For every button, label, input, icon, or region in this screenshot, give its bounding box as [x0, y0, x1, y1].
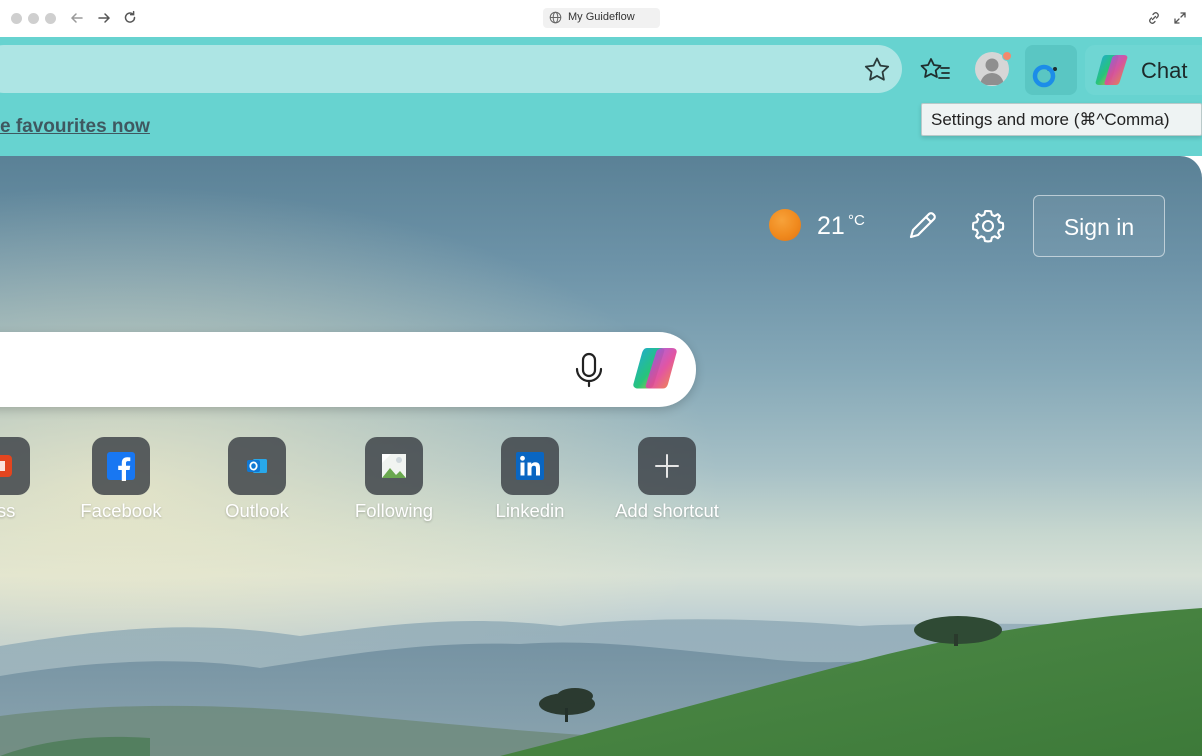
- reload-icon[interactable]: [121, 9, 139, 27]
- url-label: My Guideflow: [568, 11, 635, 23]
- linkedin-icon: [516, 452, 544, 480]
- shortcut-label: Following: [354, 500, 434, 521]
- shortcut-tile[interactable]: Following: [324, 437, 464, 527]
- browser-toolbar: Chat: [0, 37, 1202, 101]
- more-dots-icon: [1032, 64, 1057, 88]
- favourites-icon[interactable]: [917, 53, 953, 87]
- window-title-bar: My Guideflow: [0, 0, 1202, 37]
- forward-arrow-icon[interactable]: [95, 9, 113, 27]
- settings-and-more-button[interactable]: [1025, 45, 1077, 95]
- gear-icon[interactable]: [969, 207, 1007, 245]
- shortcut-icon-bg: [92, 437, 150, 495]
- shortcut-tile[interactable]: Outlook: [187, 437, 327, 527]
- facebook-icon: [107, 452, 135, 481]
- back-arrow-icon[interactable]: [68, 9, 86, 27]
- shortcut-icon-bg: [228, 437, 286, 495]
- search-box[interactable]: [0, 332, 696, 407]
- outlook-icon: [247, 459, 267, 473]
- weather-widget[interactable]: 21 °C: [768, 208, 878, 242]
- edit-pencil-icon[interactable]: [905, 207, 941, 243]
- window-zoom-button[interactable]: [45, 13, 56, 24]
- notification-dot: [1002, 51, 1012, 61]
- shortcut-label: Facebook: [80, 500, 162, 521]
- sign-in-button[interactable]: Sign in: [1033, 195, 1165, 257]
- temperature-value: 21: [817, 212, 845, 240]
- sunny-weather-icon: [769, 209, 801, 241]
- image-placeholder-icon: [382, 454, 406, 478]
- profile-button[interactable]: [972, 50, 1012, 90]
- microphone-icon[interactable]: [570, 350, 608, 390]
- expand-icon[interactable]: [1172, 10, 1188, 26]
- add-favourite-star-icon[interactable]: [860, 53, 894, 87]
- settings-tooltip-text: Settings and more (⌘^Comma): [931, 110, 1170, 129]
- shortcut-label: Linkedin: [495, 500, 565, 521]
- office-icon: [0, 455, 12, 477]
- address-bar[interactable]: [0, 45, 902, 93]
- shortcut-tile[interactable]: Facebook: [51, 437, 191, 527]
- shortcut-tile[interactable]: Linkedin: [460, 437, 600, 527]
- shortcut-label: Outlook: [225, 500, 289, 521]
- shortcut-icon-bg: [365, 437, 423, 495]
- copilot-chat-button[interactable]: Chat: [1085, 45, 1202, 95]
- new-tab-page: 21 °C Sign in ess Facebook: [0, 156, 1202, 756]
- add-shortcut-tile[interactable]: Add shortcut: [597, 437, 737, 527]
- link-icon[interactable]: [1146, 10, 1162, 26]
- manage-favourites-link[interactable]: e favourites now: [0, 116, 150, 138]
- sign-in-label: Sign in: [1063, 214, 1135, 240]
- globe-icon: [549, 11, 562, 24]
- plus-icon: [655, 454, 679, 478]
- shortcut-icon-bg: [638, 437, 696, 495]
- add-shortcut-label: Add shortcut: [615, 500, 719, 521]
- chat-label: Chat: [1141, 58, 1188, 83]
- copilot-search-icon[interactable]: [630, 344, 682, 394]
- window-minimize-button[interactable]: [28, 13, 39, 24]
- shortcut-icon-bg: [501, 437, 559, 495]
- temperature-unit: °C: [848, 212, 865, 229]
- shortcut-icon-bg: [0, 437, 30, 495]
- window-close-button[interactable]: [11, 13, 22, 24]
- url-pill[interactable]: My Guideflow: [543, 8, 660, 28]
- copilot-icon: [1095, 55, 1128, 85]
- settings-tooltip: Settings and more (⌘^Comma): [921, 103, 1202, 136]
